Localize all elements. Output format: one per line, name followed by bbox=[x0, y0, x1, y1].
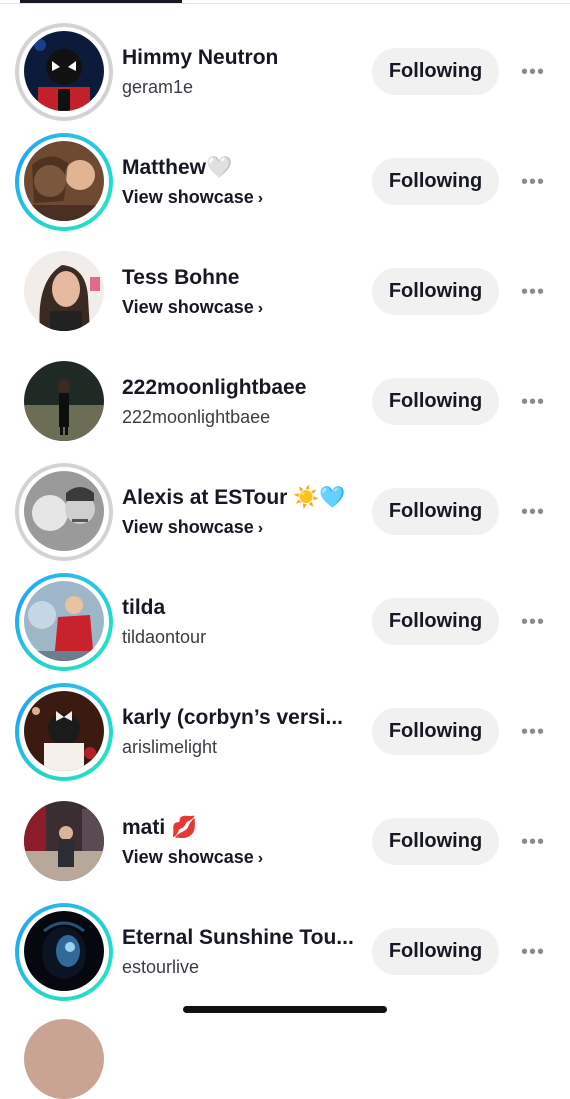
following-list: Himmy Neutron geram1e Following ••• Matt… bbox=[0, 17, 570, 1007]
avatar[interactable] bbox=[24, 141, 104, 221]
chevron-right-icon: › bbox=[257, 850, 264, 867]
display-name: tilda bbox=[122, 596, 166, 619]
list-item[interactable]: karly (corbyn’s versi... arislimelight F… bbox=[0, 677, 570, 787]
username: tildaontour bbox=[122, 627, 207, 647]
following-button[interactable]: Following bbox=[372, 488, 499, 535]
user-info[interactable]: Himmy Neutron geram1e bbox=[122, 45, 357, 98]
user-info[interactable]: mati 💋 View showcase › bbox=[122, 815, 357, 870]
more-dots-icon[interactable]: ••• bbox=[516, 57, 550, 87]
view-showcase-link[interactable]: View showcase › bbox=[122, 186, 357, 210]
display-name: Himmy Neutron bbox=[122, 46, 279, 69]
list-item[interactable]: 222moonlightbaee 222moonlightbaee Follow… bbox=[0, 347, 570, 457]
user-info[interactable]: Eternal Sunshine Tou... estourlive bbox=[122, 925, 357, 978]
more-dots-icon[interactable]: ••• bbox=[516, 277, 550, 307]
avatar[interactable] bbox=[24, 801, 104, 881]
active-tab-indicator bbox=[20, 0, 182, 3]
display-name: Alexis at ESTour ☀️🩵 bbox=[122, 486, 346, 509]
user-info[interactable]: Tess Bohne View showcase › bbox=[122, 265, 357, 320]
chevron-right-icon: › bbox=[257, 190, 264, 207]
list-item[interactable]: Tess Bohne View showcase › Following ••• bbox=[0, 237, 570, 347]
list-item[interactable]: mati 💋 View showcase › Following ••• bbox=[0, 787, 570, 897]
more-dots-icon[interactable]: ••• bbox=[516, 497, 550, 527]
next-row-avatar bbox=[24, 1019, 104, 1099]
view-showcase-link[interactable]: View showcase › bbox=[122, 516, 357, 540]
view-showcase-link[interactable]: View showcase › bbox=[122, 846, 357, 870]
avatar[interactable] bbox=[24, 361, 104, 441]
following-button[interactable]: Following bbox=[372, 268, 499, 315]
chevron-right-icon: › bbox=[257, 300, 264, 317]
more-dots-icon[interactable]: ••• bbox=[516, 387, 550, 417]
home-indicator[interactable] bbox=[183, 1006, 387, 1013]
user-info[interactable]: Matthew🤍 View showcase › bbox=[122, 155, 357, 210]
avatar[interactable] bbox=[24, 691, 104, 771]
list-item[interactable]: Matthew🤍 View showcase › Following ••• bbox=[0, 127, 570, 237]
avatar[interactable] bbox=[24, 911, 104, 991]
username: 222moonlightbaee bbox=[122, 407, 271, 427]
user-info[interactable]: tilda tildaontour bbox=[122, 595, 357, 648]
display-name: mati 💋 bbox=[122, 816, 198, 839]
more-dots-icon[interactable]: ••• bbox=[516, 937, 550, 967]
list-item[interactable]: Himmy Neutron geram1e Following ••• bbox=[0, 17, 570, 127]
tab-divider bbox=[0, 3, 570, 4]
username: geram1e bbox=[122, 77, 194, 97]
list-item[interactable]: Alexis at ESTour ☀️🩵 View showcase › Foll… bbox=[0, 457, 570, 567]
more-dots-icon[interactable]: ••• bbox=[516, 827, 550, 857]
following-button[interactable]: Following bbox=[372, 818, 499, 865]
avatar[interactable] bbox=[24, 581, 104, 661]
list-item[interactable]: tilda tildaontour Following ••• bbox=[0, 567, 570, 677]
display-name: karly (corbyn’s versi... bbox=[122, 706, 344, 729]
display-name: Tess Bohne bbox=[122, 266, 240, 289]
following-button[interactable]: Following bbox=[372, 708, 499, 755]
username: estourlive bbox=[122, 957, 200, 977]
chevron-right-icon: › bbox=[257, 520, 264, 537]
following-button[interactable]: Following bbox=[372, 48, 499, 95]
view-showcase-link[interactable]: View showcase › bbox=[122, 296, 357, 320]
following-button[interactable]: Following bbox=[372, 378, 499, 425]
more-dots-icon[interactable]: ••• bbox=[516, 607, 550, 637]
following-button[interactable]: Following bbox=[372, 158, 499, 205]
more-dots-icon[interactable]: ••• bbox=[516, 167, 550, 197]
user-info[interactable]: 222moonlightbaee 222moonlightbaee bbox=[122, 375, 357, 428]
username: arislimelight bbox=[122, 737, 218, 757]
following-button[interactable]: Following bbox=[372, 598, 499, 645]
user-info[interactable]: karly (corbyn’s versi... arislimelight bbox=[122, 705, 357, 758]
user-info[interactable]: Alexis at ESTour ☀️🩵 View showcase › bbox=[122, 485, 357, 540]
list-item[interactable]: Eternal Sunshine Tou... estourlive Follo… bbox=[0, 897, 570, 1007]
display-name: 222moonlightbaee bbox=[122, 376, 307, 399]
avatar[interactable] bbox=[24, 251, 104, 331]
following-button[interactable]: Following bbox=[372, 928, 499, 975]
avatar[interactable] bbox=[24, 471, 104, 551]
more-dots-icon[interactable]: ••• bbox=[516, 717, 550, 747]
display-name: Eternal Sunshine Tou... bbox=[122, 926, 354, 949]
avatar[interactable] bbox=[24, 31, 104, 111]
display-name: Matthew🤍 bbox=[122, 156, 233, 179]
